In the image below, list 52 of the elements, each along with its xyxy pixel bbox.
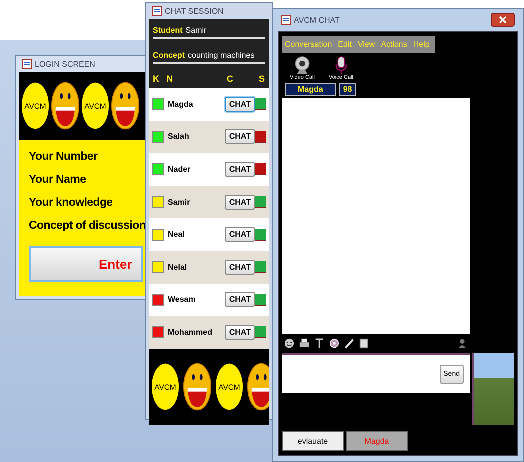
chat-button[interactable]: CHAT [225, 292, 255, 308]
column-header: C [226, 74, 234, 84]
chat-button[interactable]: CHAT [225, 129, 255, 144]
student-row[interactable]: Nelal CHAT [149, 250, 269, 284]
number-field: 98 [339, 83, 356, 96]
smiley-icon[interactable] [284, 338, 295, 349]
concept-label: Concept [153, 51, 185, 60]
student-name: Mohammed [168, 328, 214, 337]
concept-name: counting machines [188, 51, 255, 60]
chat-button[interactable]: CHAT [225, 260, 255, 275]
window-icon [22, 59, 32, 69]
column-header: N [166, 74, 174, 84]
form-label: Concept of discussion [28, 220, 148, 232]
window-title: LOGIN SCREEN [35, 60, 96, 68]
webcam-icon[interactable] [294, 56, 311, 75]
student-name: Nader [168, 164, 192, 174]
chat-button[interactable]: CHAT [225, 194, 255, 210]
window-icon [281, 15, 291, 25]
student-name: Salah [168, 132, 190, 142]
window-title: CHAT SESSION [165, 6, 224, 16]
student-name: Magda [168, 100, 194, 109]
person-icon[interactable] [457, 338, 468, 349]
student-name: Samir [186, 26, 207, 35]
gear-icon[interactable] [329, 338, 340, 349]
student-name: Neal [168, 230, 186, 240]
document-icon[interactable] [359, 338, 370, 349]
student-row[interactable]: Mohammed CHAT [149, 316, 269, 349]
contact-name-field: Magda [285, 83, 336, 96]
tab[interactable]: evlauate [282, 431, 344, 451]
pen-icon[interactable] [344, 338, 355, 349]
student-name: Nelal [168, 262, 188, 272]
student-label: Student [153, 26, 183, 35]
form-label: Your Number [28, 151, 99, 163]
form-label: Your knowledge [28, 197, 114, 209]
column-header: S [258, 74, 265, 84]
text-icon[interactable] [314, 338, 325, 349]
student-row[interactable]: Samir CHAT [149, 186, 269, 218]
window-title: AVCM CHAT [294, 16, 340, 24]
chat-button[interactable]: CHAT [225, 324, 255, 340]
student-name: Wesam [168, 295, 197, 304]
chat-button[interactable]: CHAT [225, 227, 255, 242]
student-row[interactable]: Salah CHAT [149, 120, 269, 154]
student-name: Samir [168, 198, 192, 207]
window-icon [152, 6, 162, 16]
close-button[interactable] [491, 13, 515, 27]
chat-button[interactable]: CHAT [225, 162, 255, 177]
enter-button[interactable]: Enter [29, 246, 143, 282]
photo-placeholder [472, 353, 514, 425]
column-header: K [153, 74, 160, 84]
form-label: Your Name [28, 174, 88, 186]
printer-icon[interactable] [299, 338, 310, 349]
chat-button[interactable]: CHAT [225, 96, 255, 112]
